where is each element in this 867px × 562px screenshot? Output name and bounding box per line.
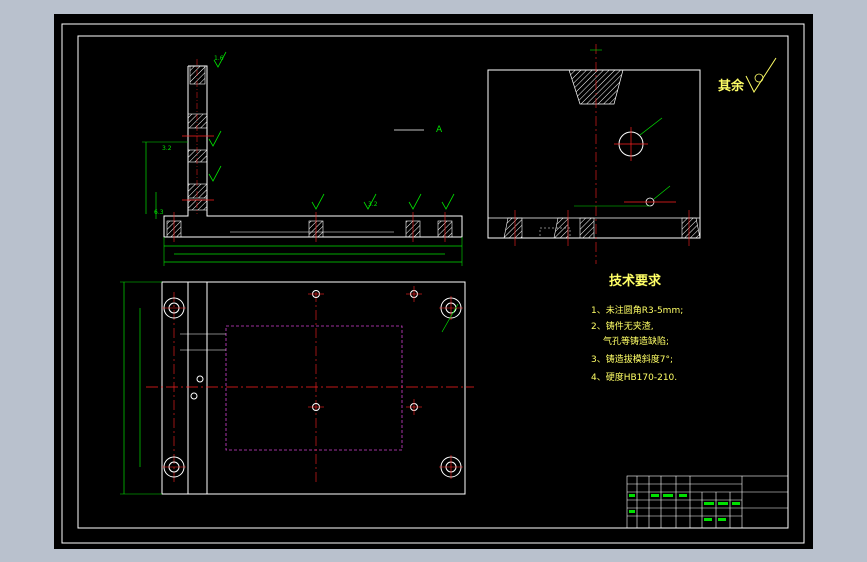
outer-frame [61, 23, 805, 544]
roughness-label-side-b: 6.3 [154, 209, 164, 216]
tech-line-3: 气孔等铸造缺陷; [603, 337, 670, 347]
roughness-label-side-a: 3.2 [162, 145, 172, 152]
side-section-view: 其余 [487, 44, 777, 264]
title-block-marks [629, 494, 740, 521]
note-other: 其余 [718, 78, 745, 94]
tech-title: 技术要求 [609, 274, 662, 289]
tech-line-4: 3、铸造拔模斜度7°; [591, 355, 673, 365]
roughness-circle [754, 73, 764, 83]
tech-line-2: 2、铸件无夹渣, [591, 322, 654, 332]
top-view [120, 281, 474, 495]
tech-line-1: 1、未注圆角R3-5mm; [591, 306, 684, 316]
tech-line-5: 4、硬度HB170-210. [591, 373, 678, 383]
roughness-label-surface: 3.2 [368, 201, 378, 208]
cad-drawing: A 1.6 3.2 6.3 3.2 其余 [61, 23, 805, 544]
section-mark: A [436, 125, 443, 135]
front-section-view: A 1.6 3.2 6.3 3.2 [142, 51, 463, 266]
drawing-sheet: A 1.6 3.2 6.3 3.2 其余 技术要求 1、未注圆角R3-5mm; … [54, 14, 813, 549]
roughness-label-small: 1.6 [214, 55, 224, 62]
